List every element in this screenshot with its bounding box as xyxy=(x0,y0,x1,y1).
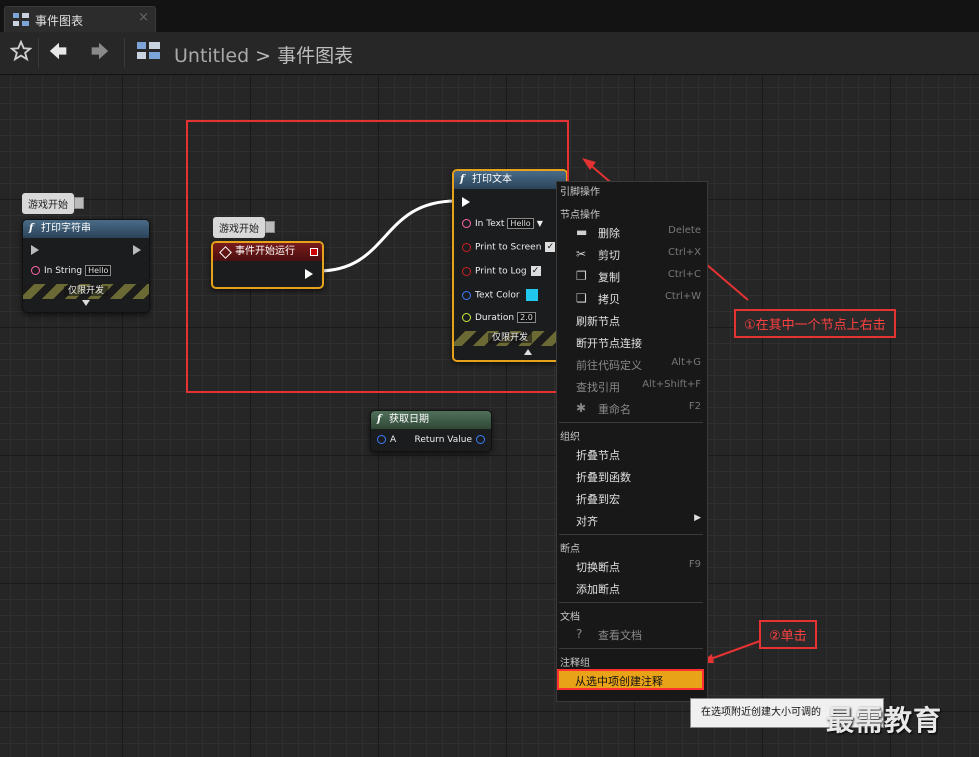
menu-item-break-links[interactable]: 断开节点连接 xyxy=(576,335,703,351)
menu-item-label: 切换断点 xyxy=(576,561,620,574)
menu-item-label: 折叠到函数 xyxy=(576,471,631,484)
context-menu: 引脚操作 节点操作 ▬ 删除 Delete ✂ 剪切 Ctrl+X ❐ 复制 C… xyxy=(556,181,708,702)
menu-divider xyxy=(559,534,703,535)
help-icon: ? xyxy=(576,627,583,641)
menu-item-shortcut: Delete xyxy=(668,225,701,236)
menu-item-shortcut: F2 xyxy=(688,401,701,412)
submenu-arrow-icon: ▶ xyxy=(694,513,701,523)
menu-item-duplicate[interactable]: ❏ 拷贝 Ctrl+W xyxy=(576,291,703,307)
menu-item-label: 刷新节点 xyxy=(576,315,620,328)
menu-item-align[interactable]: 对齐 ▶ xyxy=(576,513,703,529)
menu-item-create-comment[interactable]: 从选中项创建注释 xyxy=(557,669,704,690)
menu-item-label: 拷贝 xyxy=(598,293,620,306)
menu-item-view-docs[interactable]: ? 查看文档 xyxy=(576,627,703,643)
menu-item-shortcut: Alt+Shift+F xyxy=(642,379,701,390)
scissors-icon: ✂ xyxy=(576,247,587,261)
delete-icon: ▬ xyxy=(576,225,588,239)
rename-icon: ✱ xyxy=(576,401,587,415)
menu-divider xyxy=(559,602,703,603)
menu-item-label: 对齐 xyxy=(576,515,598,528)
menu-item-cut[interactable]: ✂ 剪切 Ctrl+X xyxy=(576,247,703,263)
menu-item-shortcut: Alt+G xyxy=(671,357,701,368)
menu-section-comment: 注释组 xyxy=(560,658,590,669)
menu-item-shortcut: Ctrl+X xyxy=(667,247,701,258)
menu-item-label: 剪切 xyxy=(598,249,620,262)
menu-item-collapse-to-function[interactable]: 折叠到函数 xyxy=(576,469,703,485)
annotation-arrows xyxy=(582,158,761,663)
menu-item-refresh-node[interactable]: 刷新节点 xyxy=(576,313,703,329)
menu-item-label: 查看文档 xyxy=(598,629,642,642)
menu-item-shortcut: F9 xyxy=(688,559,701,570)
menu-section-pin: 引脚操作 xyxy=(560,187,600,198)
menu-item-shortcut: Ctrl+C xyxy=(667,269,701,280)
menu-item-collapse-nodes[interactable]: 折叠节点 xyxy=(576,447,703,463)
menu-item-label: 复制 xyxy=(598,271,620,284)
menu-item-label: 断开节点连接 xyxy=(576,337,642,350)
menu-item-delete[interactable]: ▬ 删除 Delete xyxy=(576,225,703,241)
menu-item-copy[interactable]: ❐ 复制 Ctrl+C xyxy=(576,269,703,285)
menu-item-goto-definition[interactable]: 前往代码定义 Alt+G xyxy=(576,357,703,373)
menu-item-rename[interactable]: ✱ 重命名 F2 xyxy=(576,401,703,417)
menu-item-collapse-to-macro[interactable]: 折叠到宏 xyxy=(576,491,703,507)
menu-section-node: 节点操作 xyxy=(560,210,600,221)
copy-icon: ❐ xyxy=(576,269,587,283)
duplicate-icon: ❏ xyxy=(576,291,587,305)
menu-item-label: 删除 xyxy=(598,227,620,240)
menu-item-find-references[interactable]: 查找引用 Alt+Shift+F xyxy=(576,379,703,395)
menu-divider xyxy=(559,648,703,649)
callout-step2: ②单击 xyxy=(759,620,817,649)
menu-item-toggle-breakpoint[interactable]: 切换断点 F9 xyxy=(576,559,703,575)
menu-item-label: 前往代码定义 xyxy=(576,359,642,372)
menu-divider xyxy=(559,422,703,423)
watermark-logo: 最需教育 xyxy=(826,704,943,737)
menu-section-documentation: 文档 xyxy=(560,612,580,623)
menu-item-label: 折叠到宏 xyxy=(576,493,620,506)
menu-section-breakpoint: 断点 xyxy=(560,544,580,555)
menu-item-shortcut: Ctrl+W xyxy=(664,291,701,302)
menu-section-organize: 组织 xyxy=(560,432,580,443)
menu-item-label: 重命名 xyxy=(598,403,631,416)
menu-item-label: 查找引用 xyxy=(576,381,620,394)
callout-step1: ①在其中一个节点上右击 xyxy=(734,309,896,338)
menu-item-label: 添加断点 xyxy=(576,583,620,596)
menu-item-label: 折叠节点 xyxy=(576,449,620,462)
menu-item-add-breakpoint[interactable]: 添加断点 xyxy=(576,581,703,597)
